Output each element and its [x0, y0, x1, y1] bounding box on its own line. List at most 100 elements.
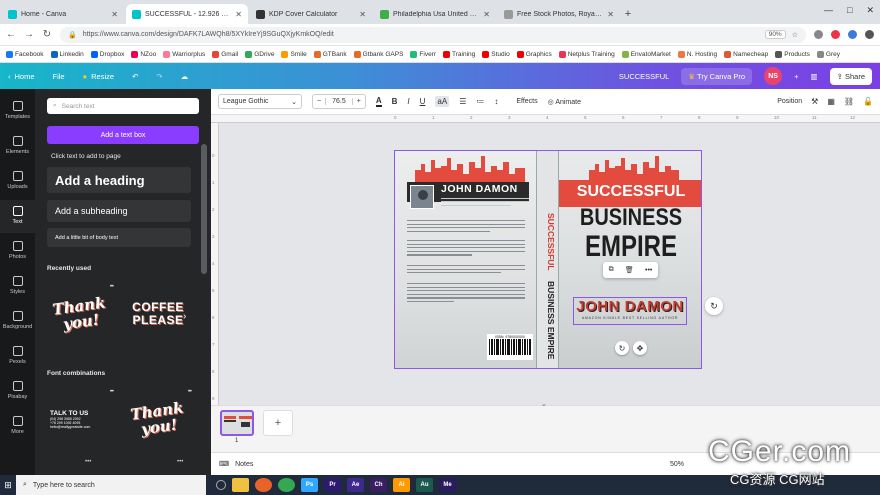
underline-icon[interactable]: U: [420, 97, 426, 106]
author-bio[interactable]: [441, 198, 529, 218]
bookmark-item[interactable]: EnvatoMarket: [621, 50, 671, 58]
reload-icon[interactable]: ↻: [42, 29, 52, 40]
paint-roller-icon[interactable]: ⚒: [811, 97, 818, 106]
browser-tab[interactable]: Home - Canva ✕: [2, 4, 124, 24]
author-photo[interactable]: [410, 185, 434, 209]
download-icon[interactable]: [814, 30, 823, 39]
add-page-button[interactable]: +: [263, 410, 293, 436]
lock-icon[interactable]: 🔓: [863, 97, 873, 106]
align-icon[interactable]: ☰: [459, 97, 466, 106]
bookmark-item[interactable]: Dropbox: [90, 50, 124, 58]
more-options-icon[interactable]: •••: [177, 459, 183, 465]
search-input[interactable]: ⌕ Search text: [47, 98, 199, 114]
design-title[interactable]: SUCCESSFUL: [619, 72, 669, 81]
rail-item-styles[interactable]: Styles: [0, 270, 35, 303]
close-tab-icon[interactable]: ✕: [483, 10, 490, 19]
analytics-icon[interactable]: ▥: [811, 72, 818, 81]
taskbar-app-ch[interactable]: Ch: [370, 478, 387, 492]
increase-size-button[interactable]: +: [353, 98, 365, 105]
zoom-level[interactable]: 50%: [670, 461, 684, 468]
bookmark-item[interactable]: Products: [775, 50, 810, 58]
firefox-icon[interactable]: [255, 478, 272, 492]
blurb-paragraph[interactable]: [407, 283, 525, 305]
bookmark-item[interactable]: Netplus Training: [558, 50, 615, 58]
extension-icon[interactable]: [848, 30, 857, 39]
forward-icon[interactable]: →: [24, 29, 34, 40]
browser-tab[interactable]: KDP Cover Calculator ✕: [250, 4, 372, 24]
close-window-icon[interactable]: ✕: [866, 5, 874, 16]
rail-item-pixabay[interactable]: Pixabay: [0, 375, 35, 408]
bookmark-item[interactable]: Studio: [482, 50, 510, 58]
more-options-icon[interactable]: •••: [645, 267, 652, 274]
back-icon[interactable]: ←: [6, 29, 16, 40]
cloud-save-button[interactable]: ☁: [181, 72, 189, 81]
task-view-icon[interactable]: [216, 480, 226, 490]
bookmark-item[interactable]: Grey: [816, 50, 840, 58]
add-textbox-button[interactable]: Add a text box: [47, 126, 199, 144]
title-line-1[interactable]: SUCCESSFUL: [559, 183, 701, 201]
rail-item-elements[interactable]: Elements: [0, 130, 35, 163]
resize-button[interactable]: ● Resize: [83, 72, 114, 81]
taskbar-app-ai[interactable]: Ai: [393, 478, 410, 492]
taskbar-app-ps[interactable]: Ps: [301, 478, 318, 492]
taskbar-app-me[interactable]: Me: [439, 478, 456, 492]
transparency-icon[interactable]: ▦: [827, 97, 835, 106]
text-color-icon[interactable]: A: [375, 96, 382, 107]
undo-button[interactable]: ↶: [132, 72, 138, 81]
case-icon[interactable]: aA: [435, 96, 450, 107]
menu-icon[interactable]: [865, 30, 874, 39]
zoom-badge[interactable]: 90%: [764, 30, 786, 39]
close-tab-icon[interactable]: ✕: [111, 10, 118, 19]
bookmark-item[interactable]: Graphics: [516, 50, 552, 58]
star-icon[interactable]: ☆: [792, 31, 798, 39]
bookmark-item[interactable]: Namecheap: [724, 50, 768, 58]
blurb-paragraph[interactable]: [407, 220, 525, 234]
taskbar-app-au[interactable]: Au: [416, 478, 433, 492]
list-icon[interactable]: ≔: [476, 97, 484, 106]
close-tab-icon[interactable]: ✕: [359, 10, 366, 19]
bookmark-item[interactable]: Training: [443, 50, 475, 58]
title-line-2[interactable]: BUSINESS: [559, 205, 701, 233]
template-thankyou[interactable]: Thank you!: [47, 284, 113, 344]
blurb-paragraph[interactable]: [407, 240, 525, 258]
chevron-right-icon[interactable]: ›: [183, 311, 186, 322]
new-tab-button[interactable]: +: [620, 4, 636, 24]
bookmark-item[interactable]: GTBank: [313, 50, 347, 58]
taskbar-app-pr[interactable]: Pr: [324, 478, 341, 492]
move-handle-icon[interactable]: ✥: [633, 341, 647, 355]
notes-icon[interactable]: ⌨: [219, 460, 229, 468]
effects-button[interactable]: Effects: [516, 98, 537, 105]
link-icon[interactable]: ⛓: [844, 97, 854, 106]
copy-icon[interactable]: ⧉: [609, 266, 614, 274]
browser-tab[interactable]: Philadelphia Usa United States✕: [374, 4, 496, 24]
add-collaborator-icon[interactable]: +: [794, 72, 798, 81]
rail-item-uploads[interactable]: Uploads: [0, 165, 35, 198]
title-line-3[interactable]: EMPIRE: [559, 230, 701, 265]
rail-item-photos[interactable]: Photos: [0, 235, 35, 268]
extension-icon[interactable]: [831, 30, 840, 39]
barcode[interactable]: ISBN: 9780000000: [487, 334, 533, 360]
browser-tab[interactable]: SUCCESSFUL - 12.926 × 9.25in✕: [126, 4, 248, 24]
page-thumbnail[interactable]: [220, 410, 254, 436]
template-thankyou-2[interactable]: Thank you!: [125, 389, 191, 449]
file-menu[interactable]: File: [53, 72, 65, 81]
italic-icon[interactable]: I: [407, 97, 409, 106]
font-selector[interactable]: League Gothic ⌄: [218, 94, 302, 109]
browser-tab[interactable]: Free Stock Photos, Royalty Free ✕: [498, 4, 620, 24]
blurb-paragraph[interactable]: [407, 265, 525, 276]
avatar[interactable]: NS: [764, 67, 783, 85]
rail-item-text[interactable]: Text: [0, 200, 35, 233]
decrease-size-button[interactable]: −: [313, 98, 325, 105]
panel-scrollbar[interactable]: [201, 144, 207, 274]
back-cover[interactable]: JOHN DAMON ISBN: 9780000000: [395, 151, 536, 368]
rail-item-background[interactable]: Background: [0, 305, 35, 338]
chevron-up-icon[interactable]: ⌄: [541, 400, 547, 408]
more-options-icon[interactable]: •••: [85, 459, 91, 465]
close-tab-icon[interactable]: ✕: [607, 10, 614, 19]
rotate-handle-icon[interactable]: ↻: [615, 341, 629, 355]
template-coffee[interactable]: COFFEE PLEASE: [125, 284, 191, 344]
taskbar-app-ae[interactable]: Ae: [347, 478, 364, 492]
bookmark-item[interactable]: Gtbank GAPS: [353, 50, 403, 58]
bookmark-item[interactable]: NZoo: [131, 50, 156, 58]
bookmark-item[interactable]: Smile: [281, 50, 307, 58]
